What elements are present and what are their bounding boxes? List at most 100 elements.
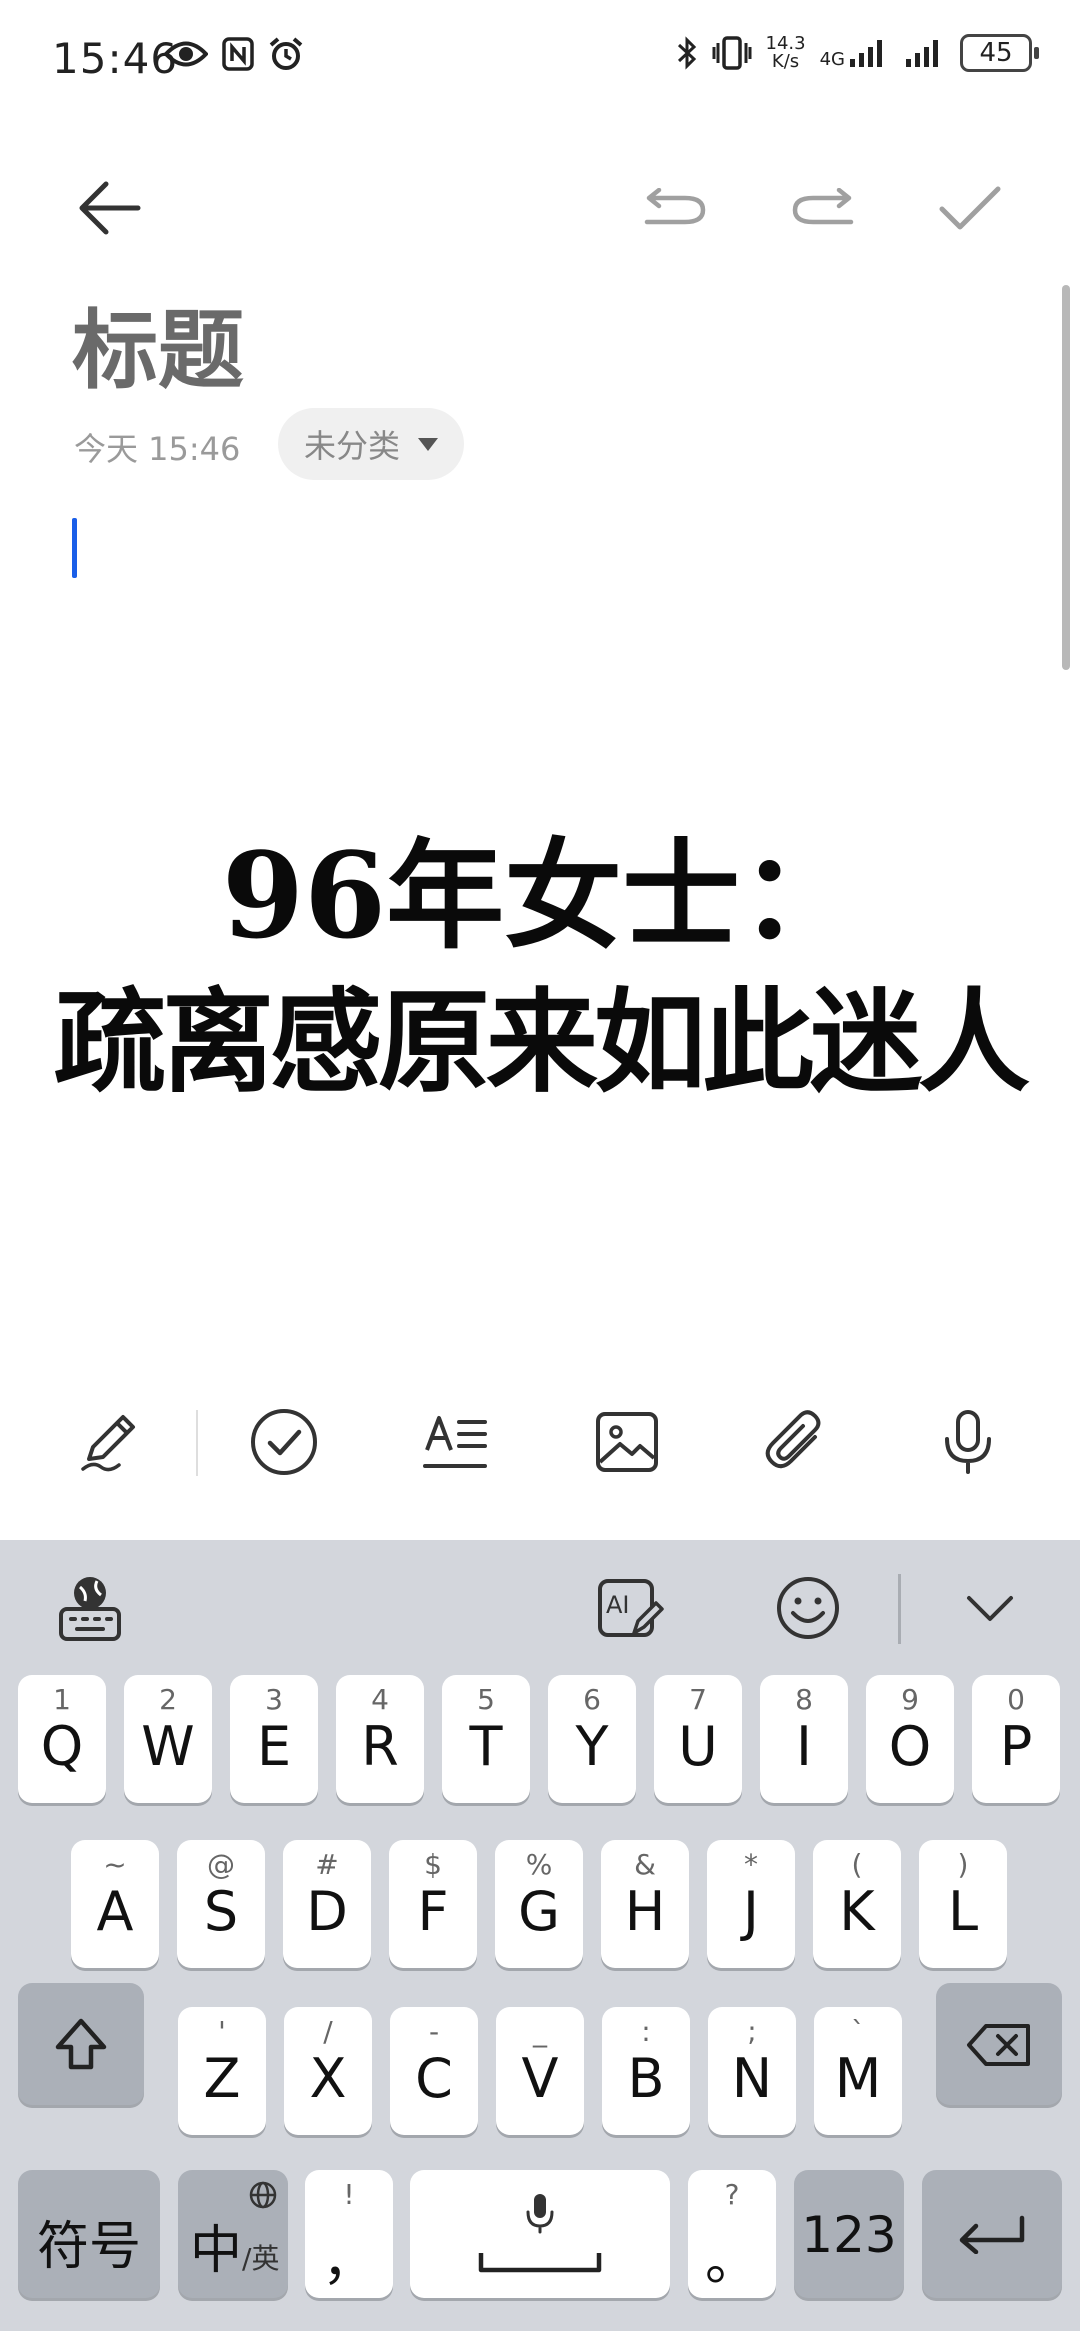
key-sublabel: 1 bbox=[53, 1683, 71, 1716]
numbers-key-label: 123 bbox=[801, 2206, 897, 2264]
dropdown-arrow-icon bbox=[418, 437, 439, 451]
top-toolbar bbox=[0, 150, 1080, 250]
key-label: M bbox=[834, 2047, 882, 2110]
key-label: B bbox=[627, 2047, 665, 2110]
save-check-button[interactable] bbox=[932, 170, 1008, 246]
key-sublabel: * bbox=[744, 1848, 758, 1881]
key-r[interactable]: 4R bbox=[336, 1675, 424, 1803]
language-key-label: 中 bbox=[190, 2221, 243, 2281]
key-d[interactable]: # D bbox=[283, 1840, 371, 1968]
battery-indicator: 45 bbox=[960, 34, 1039, 72]
vibrate-icon bbox=[712, 36, 752, 70]
key-sublabel: 6 bbox=[583, 1683, 601, 1716]
key-b[interactable]: :B bbox=[602, 2007, 690, 2135]
key-h[interactable]: & H bbox=[601, 1840, 689, 1968]
keyboard-settings-button[interactable] bbox=[52, 1570, 128, 1646]
status-bar: 15:46 14.3 K/s 4G 45 bbox=[0, 0, 1080, 120]
key-n[interactable]: ; N bbox=[708, 2007, 796, 2135]
key-p[interactable]: 0P bbox=[972, 1675, 1060, 1803]
edit-toolbar bbox=[0, 1390, 1080, 1490]
key-sublabel: % bbox=[525, 1848, 553, 1881]
key-sublabel: 0 bbox=[1007, 1683, 1025, 1716]
key-label: T bbox=[469, 1715, 503, 1778]
category-label: 未分类 bbox=[304, 427, 401, 465]
period-key[interactable]: ? 。 bbox=[688, 2170, 776, 2298]
space-key[interactable] bbox=[410, 2170, 670, 2298]
key-q[interactable]: 1Q bbox=[18, 1675, 106, 1803]
back-button[interactable] bbox=[72, 170, 148, 246]
key-sublabel: - bbox=[428, 2015, 440, 2048]
key-label: U bbox=[678, 1715, 718, 1778]
handwriting-button[interactable] bbox=[74, 1404, 150, 1480]
undo-button[interactable] bbox=[636, 170, 712, 246]
ai-writing-button[interactable]: AI bbox=[592, 1570, 668, 1646]
toolbar-divider bbox=[196, 1410, 198, 1476]
check-icon bbox=[939, 186, 1001, 230]
key-m[interactable]: ` M bbox=[814, 2007, 902, 2135]
emoji-button[interactable] bbox=[770, 1570, 846, 1646]
attachment-button[interactable] bbox=[758, 1404, 834, 1480]
key-label: X bbox=[309, 2047, 347, 2110]
key-label: Z bbox=[203, 2047, 241, 2110]
key-label: Y bbox=[575, 1715, 609, 1778]
voice-input-button[interactable] bbox=[930, 1404, 1006, 1480]
key-sublabel: 4 bbox=[371, 1683, 389, 1716]
insert-image-button[interactable] bbox=[589, 1404, 665, 1480]
symbols-key-label: 符号 bbox=[36, 2217, 141, 2277]
key-f[interactable]: $ F bbox=[389, 1840, 477, 1968]
key-w[interactable]: 2W bbox=[124, 1675, 212, 1803]
key-sublabel: @ bbox=[207, 1848, 235, 1881]
key-label: S bbox=[203, 1880, 239, 1943]
hide-keyboard-button[interactable] bbox=[952, 1570, 1028, 1646]
numbers-key[interactable]: 123 bbox=[794, 2170, 904, 2298]
image-icon bbox=[596, 1412, 658, 1472]
key-sublabel: ; bbox=[747, 2015, 757, 2048]
key-sublabel: $ bbox=[424, 1848, 442, 1881]
key-l[interactable]: ) L bbox=[919, 1840, 1007, 1968]
key-j[interactable]: * J bbox=[707, 1840, 795, 1968]
key-label: D bbox=[306, 1880, 348, 1943]
key-c[interactable]: -C bbox=[390, 2007, 478, 2135]
enter-key[interactable] bbox=[922, 2170, 1062, 2298]
note-title[interactable]: 标题 bbox=[72, 280, 244, 405]
enter-arrow-icon bbox=[959, 2215, 1025, 2254]
key-k[interactable]: (K bbox=[813, 1840, 901, 1968]
key-sublabel: 9 bbox=[901, 1683, 919, 1716]
key-sublabel: ` bbox=[851, 2015, 865, 2048]
paperclip-icon bbox=[765, 1410, 821, 1469]
key-v[interactable]: _ V bbox=[496, 2007, 584, 2135]
key-t[interactable]: 5T bbox=[442, 1675, 530, 1803]
backspace-key[interactable] bbox=[936, 1983, 1062, 2105]
language-switch-key[interactable]: 中/英 bbox=[178, 2170, 288, 2298]
key-label: 。 bbox=[705, 2229, 759, 2292]
key-label: F bbox=[417, 1880, 449, 1943]
keyboard-globe-icon bbox=[59, 1577, 121, 1641]
key-sublabel: ) bbox=[957, 1848, 969, 1881]
symbols-key[interactable]: 符号 bbox=[18, 2170, 160, 2298]
check-circle-icon bbox=[251, 1409, 317, 1475]
key-x[interactable]: / X bbox=[284, 2007, 372, 2135]
key-a[interactable]: ~ A bbox=[71, 1840, 159, 1968]
key-s[interactable]: @ S bbox=[177, 1840, 265, 1968]
checklist-button[interactable] bbox=[246, 1404, 322, 1480]
key-label: H bbox=[624, 1880, 666, 1943]
category-dropdown[interactable]: 未分类 bbox=[278, 408, 465, 480]
scrollbar[interactable] bbox=[1062, 285, 1070, 670]
globe-icon bbox=[249, 2181, 277, 2209]
key-z[interactable]: ' Z bbox=[178, 2007, 266, 2135]
backspace-icon bbox=[967, 2024, 1030, 2066]
redo-button[interactable] bbox=[786, 170, 862, 246]
key-label: O bbox=[888, 1715, 932, 1778]
key-g[interactable]: % G bbox=[495, 1840, 583, 1968]
key-u[interactable]: 7U bbox=[654, 1675, 742, 1803]
shift-key[interactable] bbox=[18, 1983, 144, 2105]
key-e[interactable]: 3E bbox=[230, 1675, 318, 1803]
text-format-button[interactable] bbox=[418, 1404, 494, 1480]
key-o[interactable]: 9O bbox=[866, 1675, 954, 1803]
key-label: P bbox=[999, 1715, 1033, 1778]
redo-icon bbox=[792, 188, 854, 225]
microphone-icon bbox=[945, 1410, 991, 1474]
key-y[interactable]: 6Y bbox=[548, 1675, 636, 1803]
key-i[interactable]: 8I bbox=[760, 1675, 848, 1803]
comma-key[interactable]: ! ， bbox=[305, 2170, 393, 2298]
